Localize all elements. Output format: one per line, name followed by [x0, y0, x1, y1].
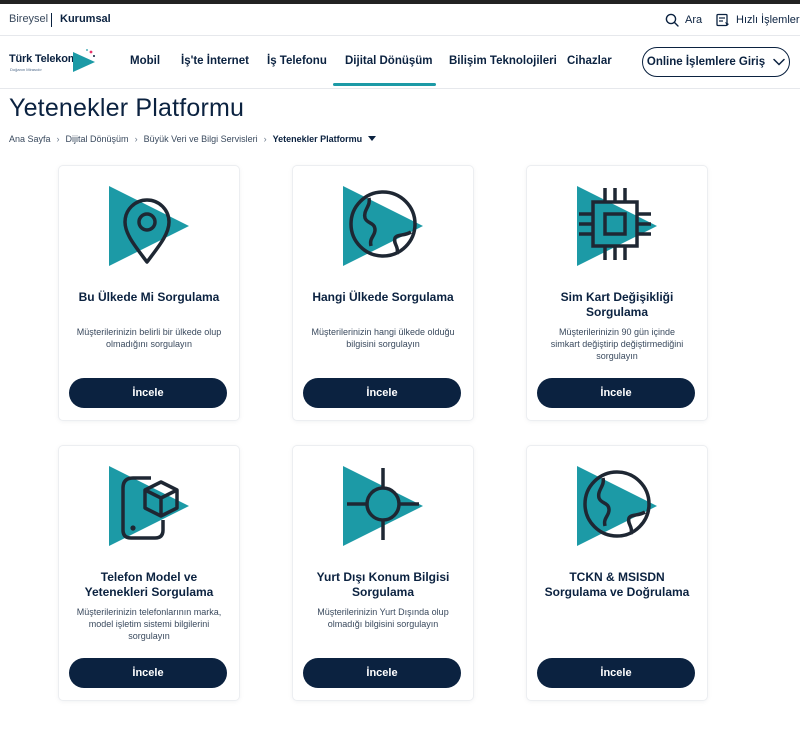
- quick-actions-icon: [716, 13, 729, 27]
- segment-kurumsal[interactable]: Kurumsal: [60, 13, 111, 25]
- card-description: Müşterilerinizin belirli bir ülkede olup…: [76, 327, 222, 349]
- logo-tagline: Doğanın Mirasıdır: [10, 67, 42, 72]
- incele-button[interactable]: İncele: [537, 658, 695, 688]
- nav-item-mobil[interactable]: Mobil: [130, 55, 160, 67]
- capability-card: Yurt Dışı Konum Bilgisi Sorgulama Müşter…: [293, 446, 473, 700]
- logo-name: Türk Telekom: [9, 53, 78, 65]
- breadcrumb-item-buyuk-veri[interactable]: Büyük Veri ve Bilgi Servisleri: [144, 134, 258, 144]
- search-icon: [665, 13, 679, 27]
- capability-card: TCKN & MSISDN Sorgulama ve Doğrulama İnc…: [527, 446, 707, 700]
- quick-actions-link[interactable]: Hızlı İşlemler: [716, 13, 800, 27]
- page-title: Yetenekler Platformu: [9, 94, 245, 122]
- utility-bar: Bireysel Kurumsal Ara Hızlı İşlemler: [0, 4, 800, 36]
- segment-bireysel[interactable]: Bireysel: [9, 13, 48, 25]
- nav-item-iste-internet[interactable]: İş'te İnternet: [181, 55, 249, 67]
- card-description: Müşterilerinizin telefonlarının marka, m…: [76, 607, 222, 641]
- turk-telekom-logo[interactable]: Türk Telekom Doğanın Mirasıdır: [9, 48, 104, 78]
- caret-down-icon[interactable]: [368, 136, 377, 142]
- nav-item-bilisim-teknolojileri[interactable]: Bilişim Teknolojileri: [449, 55, 557, 67]
- search-label: Ara: [685, 14, 703, 26]
- phone-model-icon: [109, 466, 189, 546]
- capability-card: Telefon Model ve Yetenekleri Sorgulama M…: [59, 446, 239, 700]
- chevron-right-icon: ›: [263, 134, 267, 144]
- globe-icon: [577, 466, 657, 546]
- nav-item-dijital-donusum[interactable]: Dijital Dönüşüm: [345, 55, 433, 67]
- capability-card: Sim Kart Değişikliği Sorgulama Müşterile…: [527, 166, 707, 420]
- card-title: Sim Kart Değişikliği Sorgulama: [560, 290, 674, 319]
- search-link[interactable]: Ara: [665, 13, 702, 27]
- main-navigation: Türk Telekom Doğanın Mirasıdır Mobil İş'…: [0, 37, 800, 89]
- capability-card: Bu Ülkede Mi Sorgulama Müşterilerinizin …: [59, 166, 239, 420]
- quick-actions-label: Hızlı İşlemler: [736, 14, 800, 26]
- breadcrumb: Ana Sayfa › Dijital Dönüşüm › Büyük Veri…: [9, 134, 377, 144]
- breadcrumb-item-dijital-donusum[interactable]: Dijital Dönüşüm: [66, 134, 129, 144]
- card-title: Bu Ülkede Mi Sorgulama: [78, 290, 220, 304]
- incele-button[interactable]: İncele: [303, 658, 461, 688]
- active-nav-indicator: [333, 83, 436, 86]
- chevron-right-icon: ›: [56, 134, 60, 144]
- chevron-down-icon: [773, 58, 785, 66]
- nav-item-cihazlar[interactable]: Cihazlar: [567, 55, 612, 67]
- location-pin-icon: [109, 186, 189, 266]
- card-title: Hangi Ülkede Sorgulama: [312, 290, 454, 304]
- online-login-label: Online İşlemlere Giriş: [646, 56, 766, 68]
- card-description: Müşterilerinizin 90 gün içinde simkart d…: [550, 327, 684, 361]
- segment-divider: [51, 13, 52, 27]
- logo-arrow-icon: [73, 49, 95, 72]
- incele-button[interactable]: İncele: [69, 378, 227, 408]
- card-description: Müşterilerinizin hangi ülkede olduğu bil…: [311, 327, 455, 349]
- globe-icon: [343, 186, 423, 266]
- breadcrumb-item-current[interactable]: Yetenekler Platformu: [273, 134, 363, 144]
- chevron-right-icon: ›: [134, 134, 138, 144]
- capability-card: Hangi Ülkede Sorgulama Müşterilerinizin …: [293, 166, 473, 420]
- sim-chip-icon: [577, 186, 657, 266]
- card-title: TCKN & MSISDN Sorgulama ve Doğrulama: [544, 570, 690, 599]
- breadcrumb-item-ana-sayfa[interactable]: Ana Sayfa: [9, 134, 51, 144]
- card-title: Telefon Model ve Yetenekleri Sorgulama: [84, 570, 214, 599]
- nav-item-is-telefonu[interactable]: İş Telefonu: [267, 55, 327, 67]
- card-description: Müşterilerinizin Yurt Dışında olup olmad…: [317, 607, 449, 629]
- incele-button[interactable]: İncele: [69, 658, 227, 688]
- card-title: Yurt Dışı Konum Bilgisi Sorgulama: [316, 570, 450, 599]
- crosshair-icon: [343, 466, 423, 546]
- online-login-button[interactable]: Online İşlemlere Giriş: [642, 47, 790, 77]
- incele-button[interactable]: İncele: [303, 378, 461, 408]
- incele-button[interactable]: İncele: [537, 378, 695, 408]
